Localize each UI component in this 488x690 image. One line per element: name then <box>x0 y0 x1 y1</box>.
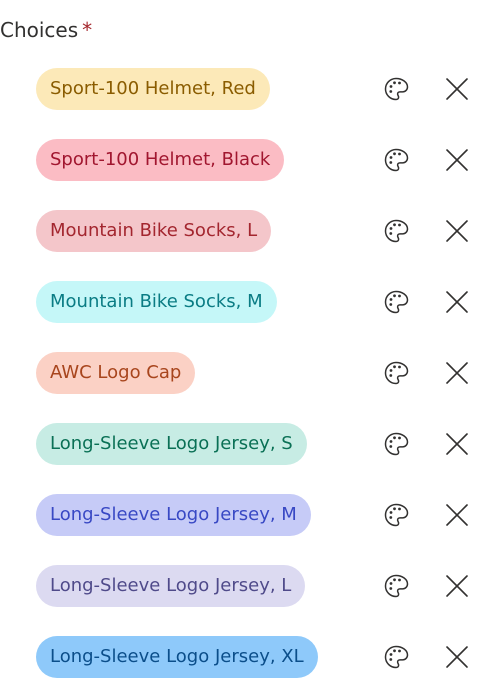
choose-color-button[interactable] <box>380 73 412 105</box>
palette-icon <box>382 288 410 316</box>
choose-color-button[interactable] <box>380 144 412 176</box>
choice-pill[interactable]: Mountain Bike Socks, L <box>36 210 272 252</box>
choice-pill[interactable]: Mountain Bike Socks, M <box>36 281 277 323</box>
choice-pill[interactable]: AWC Logo Cap <box>36 352 196 394</box>
choose-color-button[interactable] <box>380 641 412 673</box>
choice-row: AWC Logo Cap <box>0 352 488 394</box>
palette-icon <box>382 146 410 174</box>
palette-icon <box>382 430 410 458</box>
remove-choice-button[interactable] <box>441 215 473 247</box>
choices-field-label: Choices * <box>0 16 92 44</box>
choose-color-button[interactable] <box>380 428 412 460</box>
remove-choice-button[interactable] <box>441 570 473 602</box>
close-icon <box>445 432 469 456</box>
close-icon <box>445 361 469 385</box>
choose-color-button[interactable] <box>380 499 412 531</box>
choose-color-button[interactable] <box>380 570 412 602</box>
close-icon <box>445 574 469 598</box>
choice-row: Long-Sleeve Logo Jersey, S <box>0 423 488 465</box>
palette-icon <box>382 501 410 529</box>
remove-choice-button[interactable] <box>441 428 473 460</box>
choice-pill[interactable]: Long-Sleeve Logo Jersey, XL <box>36 636 318 678</box>
palette-icon <box>382 217 410 245</box>
choice-row: Long-Sleeve Logo Jersey, M <box>0 494 488 536</box>
choice-pill[interactable]: Long-Sleeve Logo Jersey, S <box>36 423 307 465</box>
choose-color-button[interactable] <box>380 215 412 247</box>
choose-color-button[interactable] <box>380 286 412 318</box>
close-icon <box>445 503 469 527</box>
choice-row: Mountain Bike Socks, L <box>0 210 488 252</box>
choice-pill[interactable]: Long-Sleeve Logo Jersey, M <box>36 494 311 536</box>
choice-pill[interactable]: Sport-100 Helmet, Red <box>36 68 270 110</box>
close-icon <box>445 290 469 314</box>
palette-icon <box>382 359 410 387</box>
remove-choice-button[interactable] <box>441 144 473 176</box>
close-icon <box>445 77 469 101</box>
remove-choice-button[interactable] <box>441 641 473 673</box>
choice-row: Long-Sleeve Logo Jersey, L <box>0 565 488 607</box>
choices-label: Choices <box>0 18 79 42</box>
choice-row: Sport-100 Helmet, Black <box>0 139 488 181</box>
remove-choice-button[interactable] <box>441 499 473 531</box>
choice-pill[interactable]: Sport-100 Helmet, Black <box>36 139 285 181</box>
remove-choice-button[interactable] <box>441 73 473 105</box>
choice-row: Sport-100 Helmet, Red <box>0 68 488 110</box>
choice-pill[interactable]: Long-Sleeve Logo Jersey, L <box>36 565 306 607</box>
close-icon <box>445 148 469 172</box>
palette-icon <box>382 75 410 103</box>
palette-icon <box>382 572 410 600</box>
remove-choice-button[interactable] <box>441 286 473 318</box>
choice-row: Mountain Bike Socks, M <box>0 281 488 323</box>
close-icon <box>445 219 469 243</box>
required-indicator: * <box>82 18 93 42</box>
palette-icon <box>382 643 410 671</box>
close-icon <box>445 645 469 669</box>
remove-choice-button[interactable] <box>441 357 473 389</box>
choose-color-button[interactable] <box>380 357 412 389</box>
choice-row: Long-Sleeve Logo Jersey, XL <box>0 636 488 678</box>
